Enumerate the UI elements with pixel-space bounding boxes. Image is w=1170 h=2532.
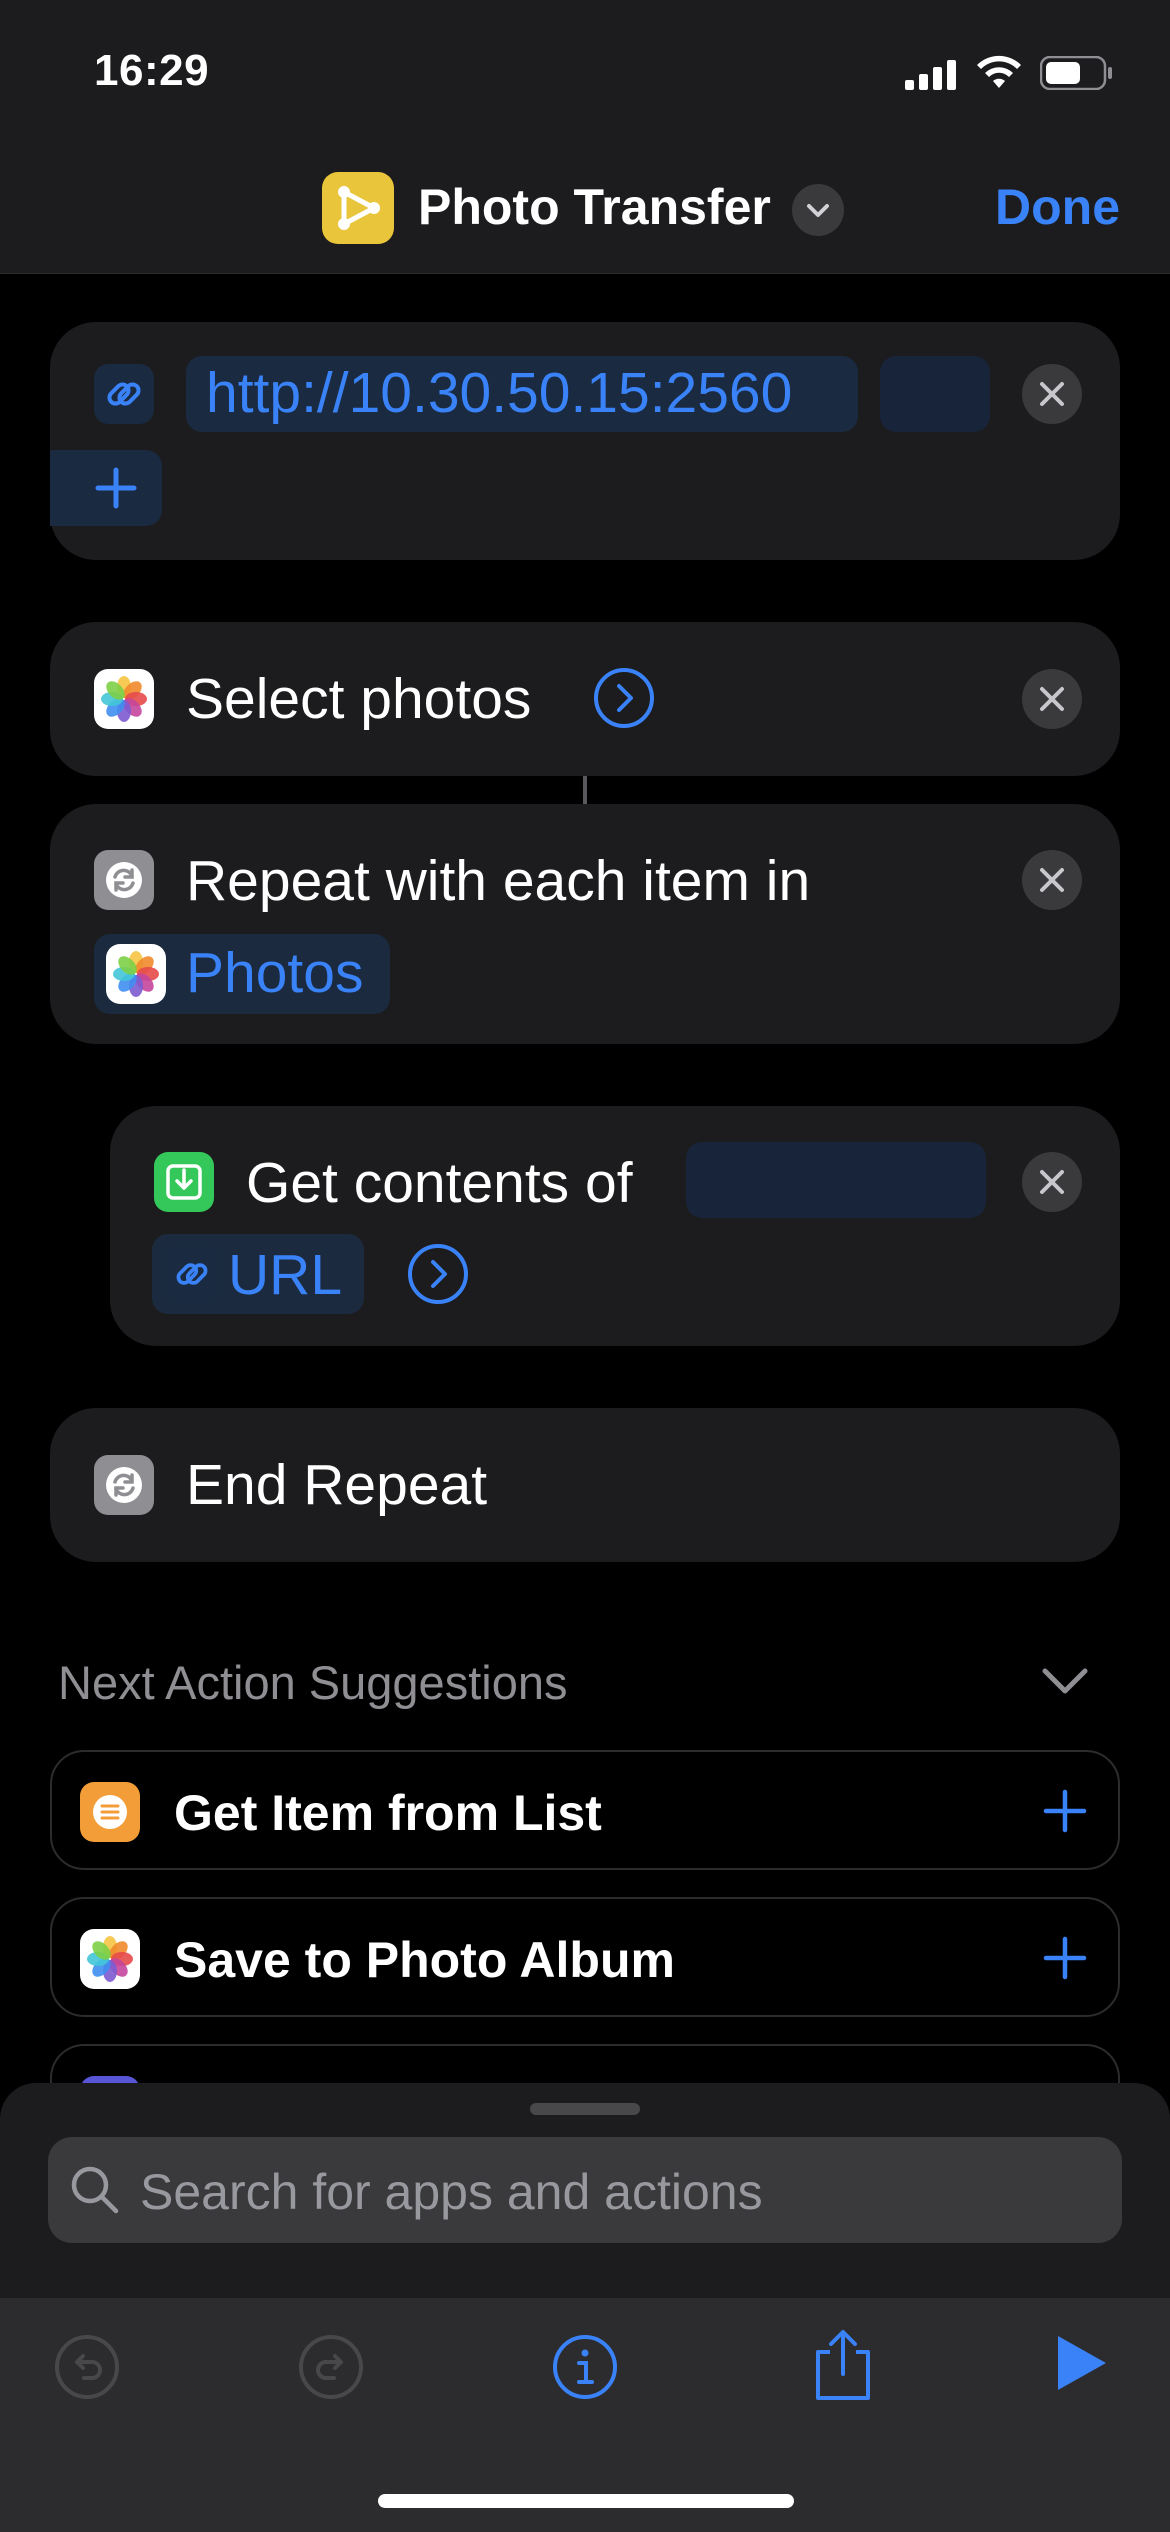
chevron-right-circle-icon — [594, 668, 654, 728]
share-nodes-icon — [338, 186, 380, 230]
select-photos-action-card[interactable]: Select photos — [50, 622, 1120, 776]
plus-icon[interactable] — [1040, 1933, 1090, 1983]
chevron-right-circle-icon — [408, 1244, 468, 1304]
remove-action-button[interactable] — [1022, 669, 1082, 729]
battery-icon — [1040, 56, 1112, 90]
link-icon — [164, 1246, 220, 1302]
end-repeat-action-card[interactable]: End Repeat — [50, 1408, 1120, 1562]
chevron-down-icon[interactable] — [1040, 1666, 1090, 1696]
navigation-header: Photo Transfer Done — [0, 150, 1170, 274]
close-icon — [1040, 1170, 1064, 1194]
chevron-down-icon — [807, 204, 829, 217]
photos-icon — [106, 944, 166, 1004]
search-icon — [71, 2166, 119, 2214]
shortcut-title[interactable]: Photo Transfer — [418, 178, 771, 236]
status-time: 16:29 — [94, 46, 210, 95]
plus-icon[interactable] — [1040, 1786, 1090, 1836]
repeat-label: Repeat with each item in — [186, 849, 811, 913]
download-icon — [154, 1152, 214, 1212]
suggestions-header: Next Action Suggestions — [58, 1656, 568, 1709]
search-input[interactable]: Search for apps and actions — [48, 2137, 1122, 2243]
sheet-grabber[interactable] — [530, 2103, 640, 2115]
close-icon — [1040, 382, 1064, 406]
share-icon[interactable] — [810, 2326, 876, 2402]
suggestion-row[interactable]: Save to Photo Album — [50, 1897, 1120, 2017]
suggestion-label: Get Item from List — [174, 1785, 602, 1841]
get-contents-label: Get contents of — [246, 1151, 633, 1215]
list-icon — [80, 1782, 140, 1842]
shortcut-app-icon[interactable] — [322, 172, 394, 244]
select-photos-label: Select photos — [186, 667, 532, 731]
info-icon[interactable] — [550, 2332, 620, 2402]
remove-action-button[interactable] — [1022, 850, 1082, 910]
link-icon — [94, 364, 154, 424]
add-url-button[interactable] — [50, 450, 162, 526]
cellular-signal-icon — [905, 60, 956, 90]
repeat-action-card[interactable]: Repeat with each item in Photos — [50, 804, 1120, 1044]
redo-icon[interactable] — [296, 2332, 366, 2402]
url-value[interactable]: http://10.30.50.15:2560 — [206, 360, 792, 426]
done-button[interactable]: Done — [995, 178, 1120, 236]
status-bar: 16:29 — [0, 0, 1170, 150]
get-contents-action-card[interactable]: Get contents of URL — [110, 1106, 1120, 1346]
remove-action-button[interactable] — [1022, 1152, 1082, 1212]
end-repeat-label: End Repeat — [186, 1453, 488, 1517]
expand-button[interactable] — [406, 1242, 470, 1306]
expand-button[interactable] — [592, 666, 656, 730]
action-connector — [583, 776, 587, 804]
photos-icon — [94, 669, 154, 729]
plus-icon — [95, 467, 137, 509]
title-menu-button[interactable] — [792, 184, 844, 236]
url-action-card[interactable]: http://10.30.50.15:2560 — [50, 322, 1120, 560]
photos-icon — [80, 1929, 140, 1989]
wifi-icon — [977, 55, 1021, 88]
close-icon — [1040, 687, 1064, 711]
play-icon[interactable] — [1054, 2332, 1110, 2394]
remove-action-button[interactable] — [1022, 364, 1082, 424]
repeat-icon — [94, 1455, 154, 1515]
empty-parameter-token[interactable] — [686, 1142, 986, 1218]
repeat-icon — [94, 850, 154, 910]
suggestion-label: Save to Photo Album — [174, 1932, 675, 1988]
undo-icon[interactable] — [52, 2332, 122, 2402]
photos-variable-label[interactable]: Photos — [186, 940, 363, 1006]
suggestion-row[interactable]: Get Item from List — [50, 1750, 1120, 1870]
close-icon — [1040, 868, 1064, 892]
home-indicator — [378, 2494, 794, 2508]
url-variable-label[interactable]: URL — [228, 1242, 342, 1308]
url-token-empty[interactable] — [880, 356, 990, 432]
search-placeholder: Search for apps and actions — [140, 2164, 763, 2220]
